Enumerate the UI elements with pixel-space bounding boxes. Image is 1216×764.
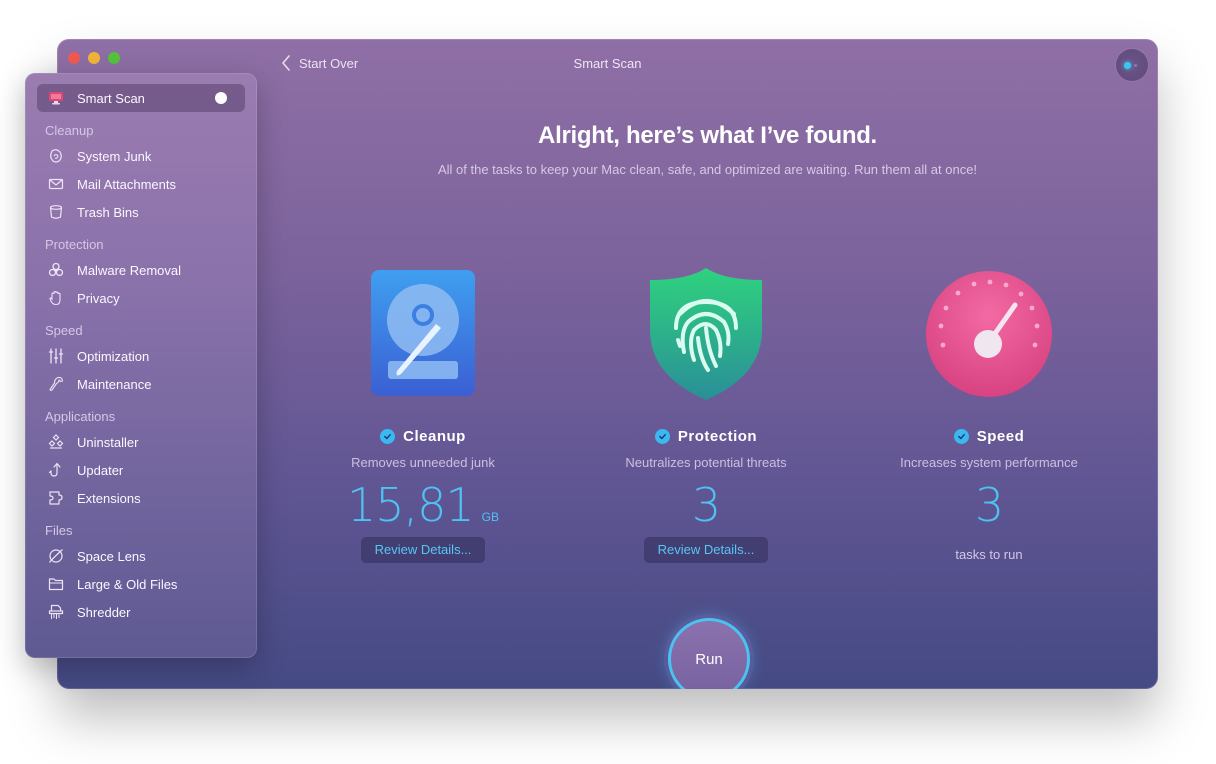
uninstaller-icon [47, 433, 65, 451]
sidebar-item-label: Smart Scan [77, 90, 145, 106]
speed-title: Speed [976, 428, 1025, 445]
cleanup-title: Cleanup [403, 428, 466, 445]
sidebar-item-label: Updater [77, 462, 124, 478]
cleanup-review-details-button[interactable]: Review Details... [360, 537, 486, 563]
sidebar-item-maintenance[interactable]: Maintenance [37, 370, 245, 398]
folder-icon [47, 575, 65, 593]
page-headline: Alright, here’s what I’ve found. [538, 122, 877, 149]
planet-icon [47, 547, 65, 565]
run-button[interactable]: Run [668, 618, 750, 689]
sidebar-section-protection: Protection [45, 237, 104, 252]
speedometer-icon [926, 271, 1052, 397]
cleanup-unit: GB [481, 510, 500, 524]
shredder-icon [47, 603, 65, 621]
sidebar-item-space-lens[interactable]: Space Lens [37, 542, 245, 570]
sidebar-item-mail-attachments[interactable]: Mail Attachments [37, 170, 245, 198]
sidebar-section-cleanup: Cleanup [45, 123, 94, 138]
sidebar-item-optimization[interactable]: Optimization [37, 342, 245, 370]
protection-value: 3 [691, 478, 721, 532]
speed-card: Speed Increases system performance 3 tas… [859, 264, 1119, 562]
hand-icon [47, 289, 65, 307]
sidebar-section-applications: Applications [45, 409, 116, 424]
assistant-dot-icon [1134, 64, 1137, 67]
sliders-icon [47, 347, 65, 365]
sidebar-item-label: Optimization [77, 348, 150, 364]
sidebar-item-large-old-files[interactable]: Large & Old Files [37, 570, 245, 598]
fingerprint-shield-icon [650, 268, 762, 400]
hard-drive-icon [371, 270, 475, 396]
sidebar-item-privacy[interactable]: Privacy [37, 284, 245, 312]
protection-review-details-button[interactable]: Review Details... [643, 537, 769, 563]
check-icon [953, 429, 969, 444]
check-icon [380, 429, 396, 444]
sidebar-item-label: Trash Bins [77, 204, 139, 220]
chevron-left-icon [282, 55, 290, 71]
start-over-button[interactable]: Start Over [281, 55, 358, 71]
sidebar-item-label: Mail Attachments [77, 176, 176, 192]
sidebar-item-label: System Junk [77, 148, 152, 164]
start-over-label: Start Over [299, 55, 359, 71]
assistant-indicator-icon [1124, 62, 1131, 69]
sidebar-item-updater[interactable]: Updater [37, 456, 245, 484]
puzzle-icon [47, 489, 65, 507]
envelope-icon [47, 175, 65, 193]
cleanup-value: 15,81 [346, 478, 475, 532]
window-title: Smart Scan [573, 56, 642, 71]
protection-card: Protection Neutralizes potential threats… [576, 264, 836, 563]
sidebar-item-label: Extensions [77, 490, 141, 506]
sidebar-item-uninstaller[interactable]: Uninstaller [37, 428, 245, 456]
protection-description: Neutralizes potential threats [625, 455, 787, 470]
sidebar: Smart Scan Cleanup System Junk Mail Atta… [25, 73, 257, 658]
sidebar-section-files: Files [45, 523, 73, 538]
sidebar-item-label: Large & Old Files [77, 576, 178, 592]
sidebar-item-label: Maintenance [77, 376, 152, 392]
page-subline: All of the tasks to keep your Mac clean,… [437, 162, 978, 177]
system-junk-icon [47, 147, 65, 165]
sidebar-section-speed: Speed [45, 323, 83, 338]
speed-value: 3 [974, 478, 1004, 532]
speed-tasks-label: tasks to run [955, 547, 1023, 562]
smart-scan-status-indicator [215, 92, 227, 104]
trash-bin-icon [47, 203, 65, 221]
sidebar-item-shredder[interactable]: Shredder [37, 598, 245, 626]
sidebar-item-label: Shredder [77, 604, 131, 620]
cleanup-card: Cleanup Removes unneeded junk 15,81 GB R… [293, 264, 553, 563]
sidebar-item-label: Privacy [77, 290, 120, 306]
sidebar-item-malware-removal[interactable]: Malware Removal [37, 256, 245, 284]
assistant-button[interactable] [1116, 49, 1148, 81]
sidebar-item-trash-bins[interactable]: Trash Bins [37, 198, 245, 226]
monitor-icon [47, 89, 65, 107]
protection-title: Protection [677, 428, 758, 445]
sidebar-item-label: Space Lens [77, 548, 146, 564]
wrench-icon [47, 375, 65, 393]
sidebar-item-smart-scan[interactable]: Smart Scan [37, 84, 245, 112]
speed-description: Increases system performance [900, 455, 1078, 470]
sidebar-item-label: Malware Removal [77, 262, 182, 278]
sidebar-item-label: Uninstaller [77, 434, 139, 450]
check-icon [654, 429, 670, 444]
updater-icon [47, 461, 65, 479]
sidebar-item-system-junk[interactable]: System Junk [37, 142, 245, 170]
sidebar-item-extensions[interactable]: Extensions [37, 484, 245, 512]
biohazard-icon [47, 261, 65, 279]
cleanup-description: Removes unneeded junk [351, 455, 495, 470]
